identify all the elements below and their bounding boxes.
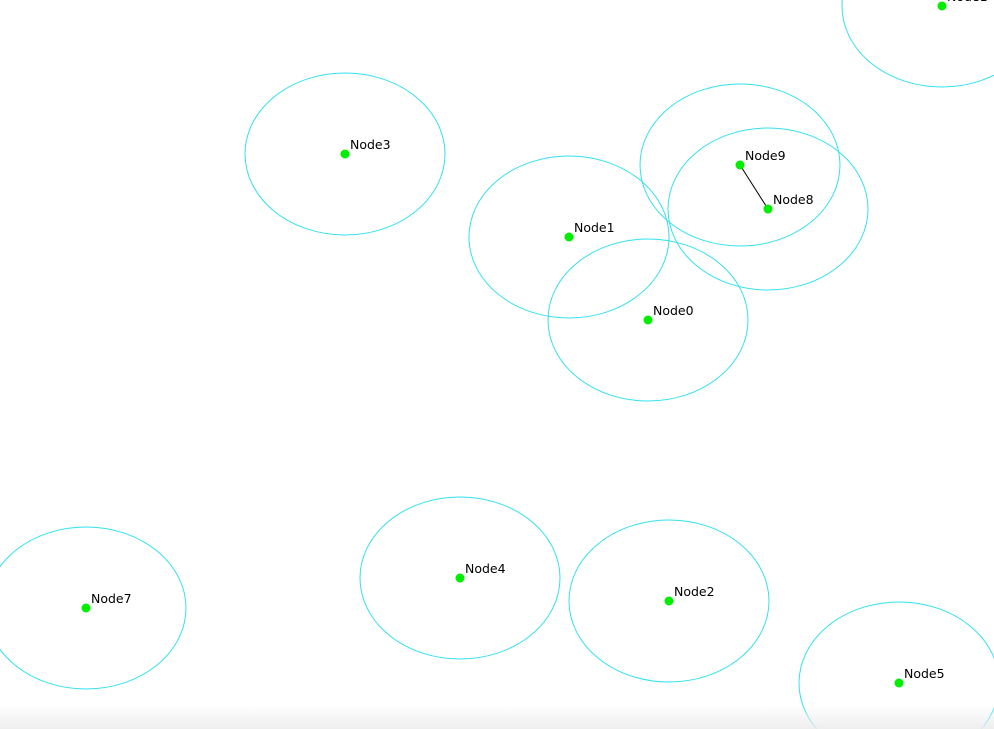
link-node9-node8	[739, 164, 769, 210]
node-dot-node3[interactable]	[340, 149, 350, 159]
network-diagram: Node0 Node1 Node2 Node3 Node4 Node5 Node7 Node8…	[0, 0, 994, 729]
network-canvas[interactable]: Node0 Node1 Node2 Node3 Node4 Node5 Node7 Node8…	[0, 0, 994, 729]
range-circle-nodetr	[841, 0, 994, 88]
nodes: Node0 Node1 Node2 Node3 Node4 Node5 Node7 Node8…	[81, 0, 988, 688]
node-dot-node1[interactable]	[564, 232, 574, 242]
node-label-node1: Node1	[574, 220, 615, 235]
node-dot-node5[interactable]	[894, 678, 904, 688]
node-label-node9: Node9	[745, 148, 786, 163]
node-label-node0: Node0	[653, 303, 694, 318]
node-dot-nodetr[interactable]	[937, 1, 947, 11]
node-label-node4: Node4	[465, 561, 506, 576]
node-label-node2: Node2	[674, 584, 715, 599]
node-label-node3: Node3	[350, 137, 391, 152]
range-circles	[0, 0, 994, 729]
node-label-node5: Node5	[904, 666, 945, 681]
node-label-node7: Node7	[91, 591, 132, 606]
range-circle-node7	[0, 526, 187, 690]
links	[739, 164, 769, 210]
node-dot-node4[interactable]	[455, 573, 465, 583]
node-label-node8: Node8	[773, 192, 814, 207]
node-dot-node0[interactable]	[643, 315, 653, 325]
node-dot-node8[interactable]	[763, 204, 773, 214]
node-label-nodetr: Node1	[947, 0, 988, 4]
node-dot-node9[interactable]	[735, 160, 745, 170]
bottom-edge-shade	[0, 705, 994, 729]
node-dot-node2[interactable]	[664, 596, 674, 606]
node-dot-node7[interactable]	[81, 603, 91, 613]
